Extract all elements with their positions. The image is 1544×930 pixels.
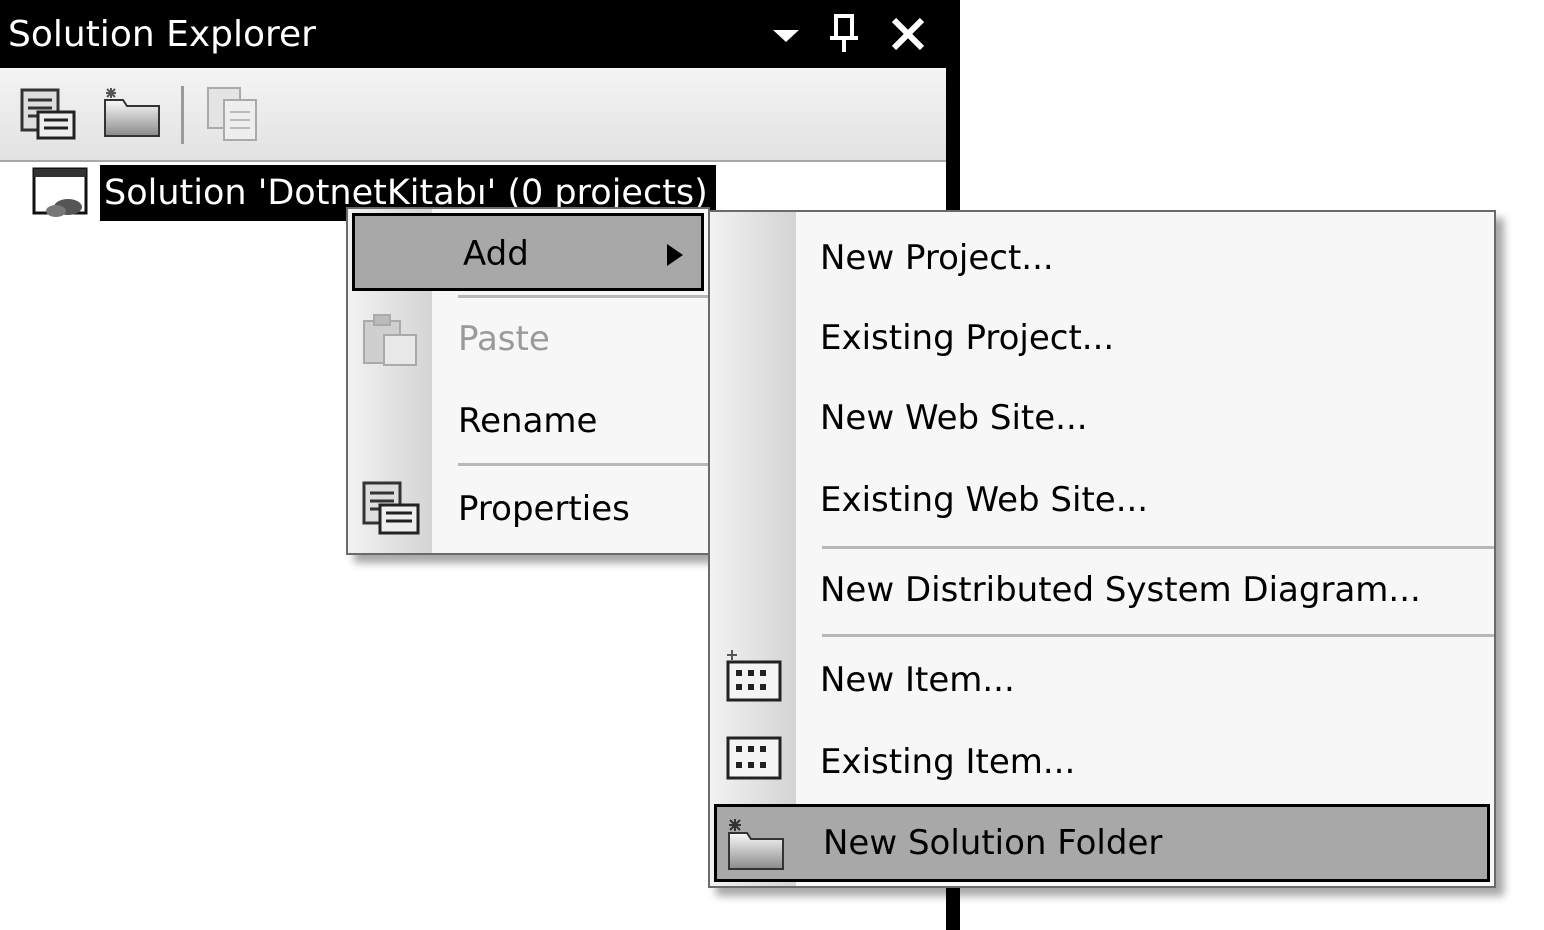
menu-item-add[interactable]: Add <box>352 213 704 291</box>
menu-item-label: Paste <box>458 319 550 359</box>
properties-icon <box>20 88 76 140</box>
menu-item-label: New Item... <box>820 660 1015 700</box>
existing-item-icon <box>726 736 782 780</box>
pin-icon <box>830 14 858 52</box>
menu-item-label: New Solution Folder <box>823 823 1163 863</box>
menu-separator <box>822 546 1494 549</box>
title-bar: Solution Explorer <box>0 0 946 68</box>
toolbar-separator <box>181 86 184 144</box>
paste-icon <box>363 314 417 366</box>
menu-separator <box>458 463 708 466</box>
menu-item-new-web-site[interactable]: New Web Site... <box>710 380 1494 460</box>
menu-item-label: Properties <box>458 489 630 529</box>
menu-item-label: Rename <box>458 401 598 441</box>
menu-item-existing-project[interactable]: Existing Project... <box>710 300 1494 380</box>
pin-button[interactable] <box>822 12 866 56</box>
menu-separator <box>458 295 708 298</box>
menu-separator <box>822 634 1494 637</box>
menu-item-label: Existing Web Site... <box>820 480 1149 520</box>
add-submenu: New Project... Existing Project... New W… <box>708 210 1496 888</box>
properties-icon <box>362 481 420 535</box>
menu-item-label: New Project... <box>820 238 1054 278</box>
solution-icon <box>32 167 88 217</box>
menu-item-existing-web-site[interactable]: Existing Web Site... <box>710 462 1494 542</box>
menu-item-new-item[interactable]: New Item... <box>710 640 1494 720</box>
menu-item-label: Existing Project... <box>820 318 1115 358</box>
menu-item-existing-item[interactable]: Existing Item... <box>710 720 1494 800</box>
menu-item-label: Add <box>463 234 529 274</box>
copy-button[interactable] <box>200 84 264 144</box>
menu-item-rename[interactable]: Rename <box>348 383 708 463</box>
menu-item-new-solution-folder[interactable]: New Solution Folder <box>714 804 1490 882</box>
menu-item-new-project[interactable]: New Project... <box>710 220 1494 300</box>
panel-title: Solution Explorer <box>8 14 316 55</box>
new-solution-folder-button[interactable] <box>100 84 164 144</box>
menu-item-properties[interactable]: Properties <box>348 469 708 549</box>
close-button[interactable] <box>886 12 930 56</box>
menu-item-paste[interactable]: Paste <box>348 301 708 381</box>
menu-item-label: Existing Item... <box>820 742 1076 782</box>
copy-icon <box>207 87 257 141</box>
context-menu: Add Paste Rename Properties <box>346 207 710 555</box>
new-item-icon <box>726 650 782 702</box>
menu-item-new-distributed-system-diagram[interactable]: New Distributed System Diagram... <box>710 552 1494 632</box>
close-icon <box>891 17 925 51</box>
submenu-arrow-icon <box>667 244 683 266</box>
properties-button[interactable] <box>16 84 80 144</box>
window-position-button[interactable] <box>764 12 808 56</box>
new-folder-icon <box>728 819 784 870</box>
chevron-down-icon <box>773 30 799 42</box>
menu-item-label: New Web Site... <box>820 398 1088 438</box>
menu-item-label: New Distributed System Diagram... <box>820 570 1421 610</box>
new-folder-icon <box>104 88 160 137</box>
